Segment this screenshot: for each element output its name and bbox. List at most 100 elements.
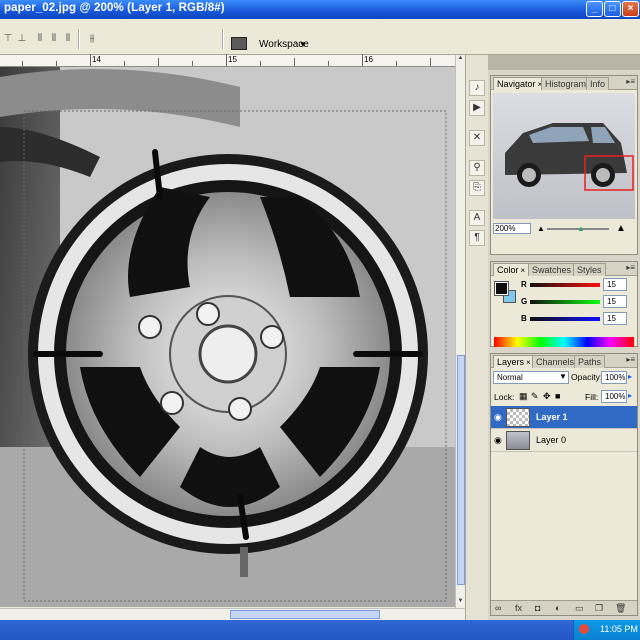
- blue-slider[interactable]: [530, 317, 600, 321]
- ruler-minor-tick: [396, 61, 397, 66]
- horizontal-scrollbar[interactable]: [0, 608, 465, 620]
- tool-presets-icon[interactable]: ✕: [469, 130, 485, 146]
- ruler-tick: [90, 54, 91, 66]
- layer-mask-icon[interactable]: ◘: [535, 603, 540, 613]
- clock: 11:05 PM: [600, 624, 638, 634]
- layer-name: Layer 0: [536, 435, 567, 445]
- tab-layers[interactable]: Layers ×: [493, 355, 535, 368]
- adjustment-layer-icon[interactable]: ◐: [555, 603, 560, 613]
- red-slider[interactable]: [530, 283, 600, 287]
- zoom-in-icon[interactable]: ▲: [616, 223, 626, 234]
- fill-arrow-icon[interactable]: ▸: [628, 391, 632, 400]
- navigator-zoom-row: 200% ▲ ▲ ▲: [491, 222, 637, 236]
- tab-swatches[interactable]: Swatches: [528, 263, 576, 276]
- chevron-down-icon[interactable]: ▼: [299, 40, 307, 49]
- foreground-color-swatch[interactable]: [494, 281, 509, 296]
- blue-channel-label: B: [521, 314, 527, 323]
- delete-layer-icon[interactable]: 🗑: [615, 603, 626, 614]
- layer-row-layer-0[interactable]: ◉ Layer 0: [491, 429, 637, 452]
- layer-thumbnail: [506, 431, 530, 450]
- horizontal-ruler: 14 15 16: [0, 54, 465, 67]
- opacity-arrow-icon[interactable]: ▸: [628, 372, 632, 381]
- lock-move-icon[interactable]: ✥: [543, 391, 551, 402]
- zoom-out-icon[interactable]: ▲: [537, 224, 545, 233]
- color-panel: Color × Swatches Styles ▸≡ R 15 G 15 B 15: [490, 261, 638, 347]
- actions-play-icon[interactable]: ▶: [469, 100, 485, 116]
- chevron-down-icon[interactable]: ▼: [559, 372, 567, 381]
- photoshop-window: paper_02.jpg @ 200% (Layer 1, RGB/8#) _ …: [0, 0, 640, 640]
- tab-info[interactable]: Info: [586, 77, 610, 90]
- vertical-scrollbar[interactable]: ▲ ▼: [455, 55, 465, 608]
- tray-app-icon[interactable]: [579, 624, 589, 634]
- tab-color[interactable]: Color ×: [493, 263, 530, 276]
- scroll-down-icon[interactable]: ▼: [456, 598, 465, 608]
- minimize-button[interactable]: _: [586, 1, 603, 17]
- ruler-minor-tick: [158, 58, 159, 66]
- close-icon[interactable]: ×: [521, 266, 526, 275]
- distribute-center-icon[interactable]: ⫴: [48, 33, 60, 44]
- green-value-field[interactable]: 15: [603, 295, 627, 308]
- red-value-field[interactable]: 15: [603, 278, 627, 291]
- paragraph-icon[interactable]: ¶: [469, 230, 485, 246]
- green-slider[interactable]: [530, 300, 600, 304]
- close-button[interactable]: ×: [622, 1, 639, 17]
- layer-row-layer-1[interactable]: ◉ Layer 1: [491, 406, 637, 429]
- panel-menu-icon[interactable]: ▸≡: [626, 355, 635, 364]
- ruler-minor-tick: [56, 61, 57, 66]
- scroll-up-icon[interactable]: ▲: [456, 55, 465, 65]
- opacity-field[interactable]: 100%: [601, 371, 627, 384]
- brushes-icon[interactable]: ⚲: [469, 160, 485, 176]
- tab-histogram[interactable]: Histogram: [541, 77, 591, 90]
- distribute-left-icon[interactable]: ⫴: [34, 33, 46, 44]
- title-bar[interactable]: paper_02.jpg @ 200% (Layer 1, RGB/8#) _ …: [0, 0, 640, 19]
- blend-mode-select[interactable]: Normal: [493, 371, 569, 384]
- layer-name: Layer 1: [536, 412, 568, 422]
- close-icon[interactable]: ×: [526, 358, 531, 367]
- maximize-button[interactable]: □: [604, 1, 621, 17]
- auto-align-icon[interactable]: ⫵: [86, 33, 98, 44]
- vertical-scroll-thumb[interactable]: [457, 355, 465, 585]
- blue-value-field[interactable]: 15: [603, 312, 627, 325]
- tab-channels[interactable]: Channels: [532, 355, 579, 368]
- lock-transparency-icon[interactable]: ▦: [519, 391, 528, 402]
- character-icon[interactable]: A: [469, 210, 485, 226]
- fill-label: Fill:: [585, 392, 599, 402]
- zoom-field[interactable]: 200%: [493, 223, 531, 234]
- tab-paths[interactable]: Paths: [574, 355, 606, 368]
- panel-dock: Navigator × Histogram Info ▸≡ 200% ▲ ▲ ▲…: [488, 55, 640, 620]
- layers-panel: Layers × Channels Paths ▸≡ Normal ▼ Opaci…: [490, 353, 638, 616]
- eye-icon[interactable]: ◉: [494, 412, 502, 423]
- clone-source-icon[interactable]: ⎘: [469, 180, 485, 196]
- color-spectrum-bar[interactable]: [494, 337, 634, 347]
- horizontal-scroll-thumb[interactable]: [230, 610, 380, 619]
- tab-color-label: Color: [497, 265, 519, 275]
- dock-grip[interactable]: [488, 55, 640, 70]
- eye-icon[interactable]: ◉: [494, 435, 502, 446]
- lock-paint-icon[interactable]: ✎: [531, 391, 539, 402]
- align-top-icon[interactable]: ⊤: [2, 33, 14, 44]
- document-canvas[interactable]: [0, 67, 455, 607]
- fill-field[interactable]: 100%: [601, 390, 627, 403]
- zoom-slider-thumb[interactable]: ▲: [577, 224, 585, 233]
- options-bar: ⊤ ⊥ ⫴ ⫴ ⫴ ⫵ Workspace ▼: [0, 19, 640, 55]
- distribute-right-icon[interactable]: ⫴: [62, 33, 74, 44]
- layer-style-icon[interactable]: fx: [515, 603, 522, 613]
- align-middle-icon[interactable]: ⊥: [16, 33, 28, 44]
- new-layer-icon[interactable]: ❐: [595, 603, 603, 614]
- navigator-preview[interactable]: [493, 93, 635, 219]
- new-group-icon[interactable]: ▭: [575, 603, 584, 614]
- panel-menu-icon[interactable]: ▸≡: [626, 263, 635, 272]
- tab-styles[interactable]: Styles: [573, 263, 606, 276]
- link-layers-icon[interactable]: ∞: [495, 603, 501, 613]
- navigator-thumbnail: [505, 123, 634, 191]
- panel-menu-icon[interactable]: ▸≡: [626, 77, 635, 86]
- ruler-minor-tick: [124, 61, 125, 66]
- lock-all-icon[interactable]: ■: [555, 391, 560, 401]
- tab-navigator[interactable]: Navigator ×: [493, 77, 547, 90]
- navigator-tabs: Navigator × Histogram Info ▸≡: [491, 76, 637, 90]
- tab-navigator-label: Navigator: [497, 79, 536, 89]
- workspace-icon[interactable]: [231, 37, 247, 50]
- opacity-label: Opacity:: [571, 372, 603, 382]
- layer-thumbnail: [506, 408, 530, 427]
- history-brush-icon[interactable]: ♪: [469, 80, 485, 96]
